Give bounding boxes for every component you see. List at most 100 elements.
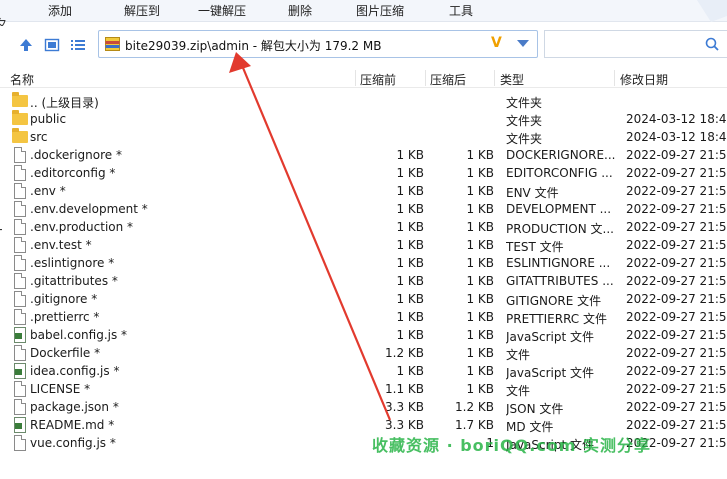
- column-divider[interactable]: [355, 70, 356, 86]
- file-modified: 2022-09-27 21:57: [626, 400, 727, 414]
- file-icon: [12, 165, 28, 181]
- file-row[interactable]: .env.development * 1 KB 1 KB DEVELOPMENT ..…: [0, 200, 727, 218]
- file-row[interactable]: src 文件夹 2024-03-12 18:42: [0, 128, 727, 146]
- file-row[interactable]: .env.test * 1 KB 1 KB TEST 文件 2022-09-27 21:…: [0, 236, 727, 254]
- file-size: 1.7 KB: [455, 418, 494, 432]
- file-row[interactable]: .gitattributes * 1 KB 1 KB GITATTRIBUTES ..…: [0, 272, 727, 290]
- file-icon: [12, 291, 28, 307]
- file-type: JSON 文件: [506, 402, 564, 416]
- file-name: .env.development *: [30, 202, 148, 216]
- file-name: .. (上级目录): [30, 96, 99, 110]
- up-arrow-icon[interactable]: [18, 37, 34, 53]
- column-divider[interactable]: [494, 70, 495, 86]
- file-icon: [12, 435, 28, 451]
- column-type[interactable]: 类型: [500, 71, 524, 88]
- file-row[interactable]: .env.production * 1 KB 1 KB PRODUCTION 文...…: [0, 218, 727, 236]
- folder-icon: [12, 110, 28, 127]
- address-field[interactable]: bite29039.zip\admin - 解包大小为 179.2 MB V: [98, 30, 538, 58]
- delete-button[interactable]: 删除: [288, 2, 312, 19]
- file-modified: 2022-09-27 21:57: [626, 184, 727, 198]
- file-row[interactable]: .gitignore * 1 KB 1 KB GITIGNORE 文件 2022-09-…: [0, 290, 727, 308]
- search-icon[interactable]: [705, 37, 719, 51]
- script-file-icon: [12, 327, 28, 343]
- file-row[interactable]: babel.config.js * 1 KB 1 KB JavaScript 文件 20…: [0, 326, 727, 344]
- address-bar: bite29039.zip\admin - 解包大小为 179.2 MB V: [0, 26, 727, 64]
- search-input[interactable]: [544, 30, 727, 58]
- file-type: GITIGNORE 文件: [506, 294, 602, 308]
- file-type: PRODUCTION 文...: [506, 222, 614, 236]
- file-modified: 2022-09-27 21:57: [626, 382, 727, 396]
- file-row[interactable]: public 文件夹 2024-03-12 18:42: [0, 110, 727, 128]
- file-icon: [12, 309, 28, 325]
- file-name: idea.config.js *: [30, 364, 120, 378]
- watermark: 收藏资源 · boriQQ.com 实测分享: [372, 436, 652, 455]
- file-row[interactable]: .dockerignore * 1 KB 1 KB DOCKERIGNORE... 20…: [0, 146, 727, 164]
- column-divider[interactable]: [425, 70, 426, 86]
- column-modified[interactable]: 修改日期: [620, 71, 668, 88]
- file-modified: 2022-09-27 21:57: [626, 148, 727, 162]
- file-type: EDITORCONFIG ...: [506, 166, 613, 180]
- file-modified: 2022-09-27 21:57: [626, 346, 727, 360]
- column-divider[interactable]: [614, 70, 615, 86]
- file-row[interactable]: .prettierrc * 1 KB 1 KB PRETTIERRC 文件 2022-0…: [0, 308, 727, 326]
- file-row[interactable]: .. (上级目录) 文件夹: [0, 92, 727, 110]
- file-icon: [12, 255, 28, 271]
- file-icon: [12, 219, 28, 235]
- file-type: JavaScript 文件: [506, 366, 594, 380]
- file-packed-size: 3.3 KB: [385, 400, 424, 414]
- file-packed-size: 1 KB: [396, 364, 424, 378]
- file-icon: [12, 345, 28, 361]
- file-type: JavaScript 文件: [506, 330, 594, 344]
- file-name: vue.config.js *: [30, 436, 116, 450]
- file-row[interactable]: .editorconfig * 1 KB 1 KB EDITORCONFIG ... 2…: [0, 164, 727, 182]
- file-row[interactable]: .env * 1 KB 1 KB ENV 文件 2022-09-27 21:57: [0, 182, 727, 200]
- tools-button[interactable]: 工具: [449, 2, 473, 19]
- file-row[interactable]: .eslintignore * 1 KB 1 KB ESLINTIGNORE ... 2…: [0, 254, 727, 272]
- file-modified: 2024-03-12 18:42: [626, 112, 727, 126]
- file-name: .env *: [30, 184, 66, 198]
- file-modified: 2022-09-27 21:57: [626, 238, 727, 252]
- file-icon: [12, 399, 28, 415]
- file-size: 1 KB: [466, 274, 494, 288]
- file-packed-size: 1.2 KB: [385, 346, 424, 360]
- file-icon: [12, 147, 28, 163]
- thumbnail-view-icon[interactable]: [44, 37, 60, 53]
- file-name: .dockerignore *: [30, 148, 122, 162]
- column-packed[interactable]: 压缩前: [360, 71, 396, 88]
- file-modified: 2022-09-27 21:57: [626, 220, 727, 234]
- extract-to-button[interactable]: 解压到: [124, 2, 160, 19]
- file-type: ESLINTIGNORE ...: [506, 256, 611, 270]
- one-click-extract-button[interactable]: 一键解压: [198, 2, 246, 19]
- image-compress-button[interactable]: 图片压缩: [356, 2, 404, 19]
- file-type: DOCKERIGNORE...: [506, 148, 616, 162]
- file-type: 文件: [506, 384, 531, 398]
- file-modified: 2022-09-27 21:57: [626, 256, 727, 270]
- column-size[interactable]: 压缩后: [430, 71, 466, 88]
- file-name: README.md *: [30, 418, 115, 432]
- folder-icon: [12, 92, 28, 109]
- file-row[interactable]: package.json * 3.3 KB 1.2 KB JSON 文件 2022-09…: [0, 398, 727, 416]
- file-row[interactable]: LICENSE * 1.1 KB 1 KB 文件 2022-09-27 21:57: [0, 380, 727, 398]
- list-view-icon[interactable]: [70, 37, 86, 53]
- address-dropdown-icon[interactable]: [517, 40, 529, 47]
- file-name: public: [30, 112, 67, 126]
- vip-icon[interactable]: V: [491, 35, 502, 51]
- script-file-icon: [12, 417, 28, 433]
- file-name: .env.test *: [30, 238, 92, 252]
- add-button[interactable]: 添加: [48, 2, 72, 19]
- file-row[interactable]: Dockerfile * 1.2 KB 1 KB 文件 2022-09-27 21:57: [0, 344, 727, 362]
- file-icon: [12, 381, 28, 397]
- file-row[interactable]: idea.config.js * 1 KB 1 KB JavaScript 文件 202…: [0, 362, 727, 380]
- file-type: DEVELOPMENT ...: [506, 202, 612, 216]
- file-icon: [12, 183, 28, 199]
- column-name[interactable]: 名称: [10, 71, 34, 88]
- file-modified: 2022-09-27 21:57: [626, 166, 727, 180]
- file-type: 文件夹: [506, 114, 543, 128]
- file-size: 1 KB: [466, 364, 494, 378]
- window-corner-icon: [697, 0, 727, 22]
- file-type: 文件夹: [506, 132, 543, 146]
- file-packed-size: 1 KB: [396, 184, 424, 198]
- file-icon: [12, 201, 28, 217]
- file-size: 1 KB: [466, 184, 494, 198]
- file-size: 1 KB: [466, 256, 494, 270]
